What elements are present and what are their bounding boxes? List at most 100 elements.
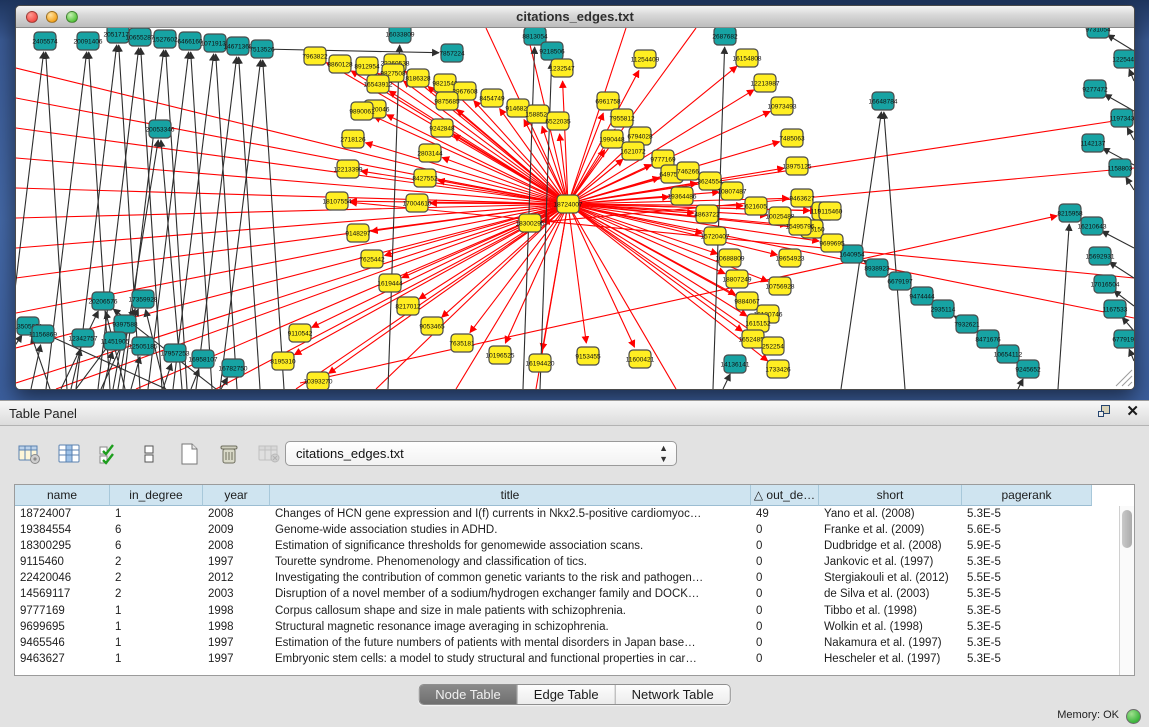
graph-node[interactable]: 621605 — [745, 197, 767, 215]
graph-node[interactable]: 16154808 — [733, 49, 762, 67]
graph-node[interactable]: 7857224 — [439, 44, 465, 62]
graph-node[interactable]: 1225440 — [1112, 50, 1134, 68]
scrollbar-thumb[interactable] — [1122, 510, 1132, 548]
graph-node[interactable]: 1990448 — [599, 130, 625, 148]
graph-node[interactable]: 15692931 — [1086, 247, 1115, 265]
tab-node-table[interactable]: Node Table — [419, 685, 518, 704]
graph-node[interactable]: 10973493 — [768, 97, 797, 115]
close-panel-icon[interactable]: ✕ — [1126, 405, 1139, 419]
column-header-out_de[interactable]: △ out_de… — [751, 485, 819, 506]
hub-node[interactable]: 18724007 — [554, 195, 583, 213]
memory-status-indicator[interactable] — [1126, 709, 1141, 724]
graph-node[interactable]: 8860128 — [327, 55, 353, 73]
graph-node[interactable]: 2687682 — [712, 28, 738, 45]
graph-node[interactable]: 9731054 — [1085, 28, 1111, 38]
graph-node[interactable]: 16958107 — [189, 350, 218, 368]
graph-node[interactable]: 16194420 — [526, 354, 555, 372]
graph-node[interactable]: 12342757 — [69, 329, 98, 347]
graph-node[interactable]: 11156869 — [29, 325, 57, 343]
graph-node[interactable]: 19654923 — [776, 249, 805, 267]
table-row[interactable]: 1830029562008Estimation of significance … — [15, 538, 1119, 554]
graph-node[interactable]: 16782750 — [219, 359, 248, 377]
graph-node[interactable]: 12505185 — [129, 337, 158, 355]
graph-node[interactable]: 20091406 — [74, 32, 103, 50]
graph-node[interactable]: 17359928 — [129, 290, 158, 308]
graph-node[interactable]: 15720407 — [701, 227, 730, 245]
graph-node[interactable]: 17957253 — [161, 344, 190, 362]
graph-node[interactable]: 1197343 — [1110, 109, 1134, 127]
graph-node[interactable]: 12213987 — [751, 74, 780, 92]
graph-node[interactable]: 1142137 — [1081, 134, 1106, 152]
graph-node[interactable]: 7625442 — [359, 250, 385, 268]
graph-node[interactable]: 6522035 — [545, 112, 571, 130]
row-height-icon[interactable] — [134, 439, 164, 469]
column-header-year[interactable]: year — [203, 485, 270, 506]
table-row[interactable]: 1938455462009Genome-wide association stu… — [15, 522, 1119, 538]
graph-node[interactable]: 16210643 — [1078, 217, 1107, 235]
graph-node[interactable]: 11254409 — [631, 50, 660, 68]
graph-node[interactable]: 1615152 — [745, 314, 771, 332]
graph-node[interactable]: 7963822 — [302, 47, 328, 65]
column-mapping-icon[interactable] — [54, 439, 84, 469]
graph-node[interactable]: 8195310 — [270, 352, 296, 370]
graph-node[interactable]: 1619444 — [377, 274, 403, 292]
column-header-name[interactable]: name — [15, 485, 110, 506]
network-canvas[interactable]: 2405574200914062051717510655287152760264… — [16, 28, 1134, 389]
graph-node[interactable]: 8215958 — [1057, 204, 1083, 222]
graph-node[interactable]: 746266 — [677, 162, 699, 180]
graph-node[interactable]: 9277472 — [1082, 80, 1108, 98]
graph-node[interactable]: 3624554 — [697, 172, 723, 190]
column-header-title[interactable]: title — [270, 485, 751, 506]
graph-node[interactable]: 4863722 — [694, 205, 720, 223]
float-panel-icon[interactable] — [1098, 405, 1112, 419]
graph-node[interactable]: 8186328 — [405, 69, 431, 87]
table-row[interactable]: 977716911998Corpus callosum shape and si… — [15, 603, 1119, 619]
graph-node[interactable]: 9053465 — [419, 317, 445, 335]
graph-node[interactable]: 6466160 — [177, 32, 203, 50]
graph-node[interactable]: 9110542 — [288, 324, 313, 342]
column-header-pagerank[interactable]: pagerank — [962, 485, 1092, 506]
graph-node[interactable]: 12213399 — [334, 160, 363, 178]
graph-node[interactable]: 15495796 — [786, 217, 815, 235]
graph-node[interactable]: 9884067 — [734, 292, 760, 310]
graph-node[interactable]: 9148297 — [345, 224, 371, 242]
delete-rows-icon[interactable] — [214, 439, 244, 469]
graph-node[interactable]: 10196525 — [486, 346, 515, 364]
graph-node[interactable]: 1733426 — [765, 360, 791, 378]
graph-node[interactable]: 2935114 — [931, 300, 956, 318]
graph-node[interactable]: 7955812 — [609, 109, 635, 127]
graph-node[interactable]: 2405574 — [32, 32, 58, 50]
table-row[interactable]: 1872400712008Changes of HCN gene express… — [15, 506, 1119, 522]
column-header-in_degree[interactable]: in_degree — [110, 485, 203, 506]
graph-node[interactable]: 8471676 — [975, 330, 1001, 348]
graph-node[interactable]: 14136141 — [721, 355, 750, 373]
graph-node[interactable]: 9397588 — [112, 315, 138, 333]
graph-node[interactable]: 9463627 — [789, 189, 815, 207]
graph-node[interactable]: 7932621 — [954, 315, 980, 333]
graph-node[interactable]: 17016504 — [1091, 275, 1120, 293]
graph-node[interactable]: 20053346 — [146, 120, 175, 138]
graph-node[interactable]: 18807249 — [723, 270, 752, 288]
table-rows[interactable]: 1872400712008Changes of HCN gene express… — [15, 506, 1119, 675]
graph-node[interactable]: 9242848 — [429, 119, 455, 137]
graph-node[interactable]: 8427552 — [412, 169, 438, 187]
graph-node[interactable]: 11600421 — [626, 350, 655, 368]
graph-node[interactable]: 7513526 — [249, 40, 275, 58]
window-titlebar[interactable]: citations_edges.txt — [16, 6, 1134, 28]
graph-node[interactable]: 13975125 — [783, 157, 812, 175]
table-row[interactable]: 1456911722003Disruption of a novel membe… — [15, 586, 1119, 602]
graph-node[interactable]: 17004610 — [403, 194, 432, 212]
graph-node[interactable]: 9474444 — [909, 287, 935, 305]
graph-node[interactable]: 20206576 — [89, 292, 118, 310]
new-table-icon[interactable] — [174, 439, 204, 469]
citation-network-graph[interactable]: 2405574200914062051717510655287152760264… — [16, 28, 1134, 389]
graph-node[interactable]: 2718126 — [340, 130, 366, 148]
graph-node[interactable]: 9218506 — [539, 42, 565, 60]
table-panel-header[interactable]: Table Panel ✕ — [0, 401, 1149, 426]
table-header-row[interactable]: namein_degreeyeartitle△ out_de…shortpage… — [15, 485, 1092, 506]
table-row[interactable]: 946554611997Estimation of the future num… — [15, 635, 1119, 651]
table-selector-dropdown[interactable]: citations_edges.txt ▲▼ — [285, 441, 677, 466]
tab-edge-table[interactable]: Edge Table — [518, 685, 616, 704]
graph-node[interactable]: 8938923 — [864, 259, 890, 277]
graph-node[interactable]: 252254 — [762, 337, 784, 355]
